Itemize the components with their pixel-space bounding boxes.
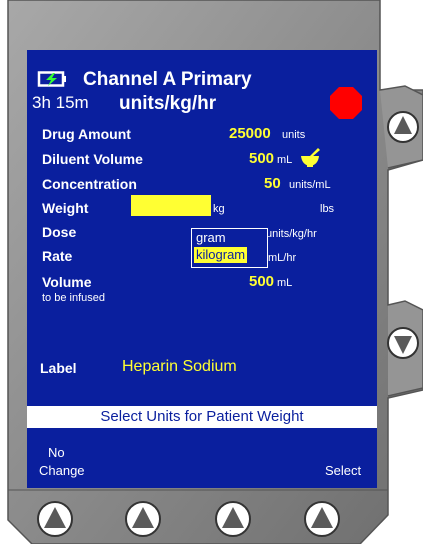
diluent-volume-value: 500 bbox=[249, 150, 275, 167]
channel-title: Channel A Primary bbox=[83, 69, 252, 90]
prompt-bar: Select Units for Patient Weight bbox=[27, 406, 377, 428]
up-arrow-icon bbox=[304, 501, 340, 537]
down-arrow-icon bbox=[387, 327, 419, 359]
up-arrow-icon bbox=[125, 501, 161, 537]
volume-sublabel: to be infused bbox=[42, 292, 105, 304]
softkey-4-button[interactable] bbox=[303, 500, 341, 538]
volume-unit: mL bbox=[277, 277, 293, 289]
softkey-2-button[interactable] bbox=[124, 500, 162, 538]
softkey-no-change-line2: Change bbox=[39, 463, 85, 478]
rate-label: Rate bbox=[42, 248, 73, 264]
up-arrow-icon bbox=[387, 111, 419, 143]
time-remaining: 3h 15m bbox=[32, 93, 89, 112]
softkey-select-label: Select bbox=[325, 463, 362, 478]
drug-amount-unit: units bbox=[282, 129, 306, 141]
rate-unit: mL/hr bbox=[268, 252, 297, 264]
weight-unit-dropdown[interactable]: gram kilogram bbox=[191, 228, 268, 268]
weight-unit-lbs[interactable]: lbs bbox=[320, 203, 334, 215]
softkey-no-change-line1: No bbox=[48, 445, 65, 460]
concentration-unit: units/mL bbox=[289, 179, 331, 191]
dropdown-option-gram[interactable]: gram bbox=[194, 230, 228, 246]
pump-display: Channel A Primary 3h 15m units/kg/hr Dru… bbox=[27, 50, 377, 488]
weight-label: Weight bbox=[42, 200, 89, 216]
drug-amount-value: 25000 bbox=[229, 125, 271, 142]
up-arrow-button[interactable] bbox=[386, 110, 420, 144]
concentration-label: Concentration bbox=[42, 176, 137, 192]
stop-octagon-icon bbox=[330, 87, 362, 119]
weight-unit-kg[interactable]: kg bbox=[213, 203, 225, 215]
dropdown-option-kilogram[interactable]: kilogram bbox=[194, 247, 248, 263]
drug-label-label: Label bbox=[40, 360, 77, 376]
softkey-3-button[interactable] bbox=[214, 500, 252, 538]
up-arrow-icon bbox=[37, 501, 73, 537]
weight-input[interactable] bbox=[131, 195, 211, 216]
diluent-volume-unit: mL bbox=[277, 154, 293, 166]
softkey-1-button[interactable] bbox=[36, 500, 74, 538]
dose-label: Dose bbox=[42, 224, 77, 240]
down-arrow-button[interactable] bbox=[386, 326, 420, 360]
concentration-value: 50 bbox=[264, 175, 281, 192]
dose-units-title: units/kg/hr bbox=[119, 93, 217, 114]
diluent-volume-label: Diluent Volume bbox=[42, 151, 143, 167]
drug-amount-label: Drug Amount bbox=[42, 126, 131, 142]
up-arrow-icon bbox=[215, 501, 251, 537]
volume-value: 500 bbox=[249, 273, 275, 290]
drug-label-value: Heparin Sodium bbox=[122, 358, 237, 375]
battery-charging-icon bbox=[37, 71, 66, 87]
dose-unit: units/kg/hr bbox=[266, 228, 317, 240]
mortar-pestle-icon bbox=[301, 148, 320, 167]
volume-label: Volume bbox=[42, 274, 92, 290]
